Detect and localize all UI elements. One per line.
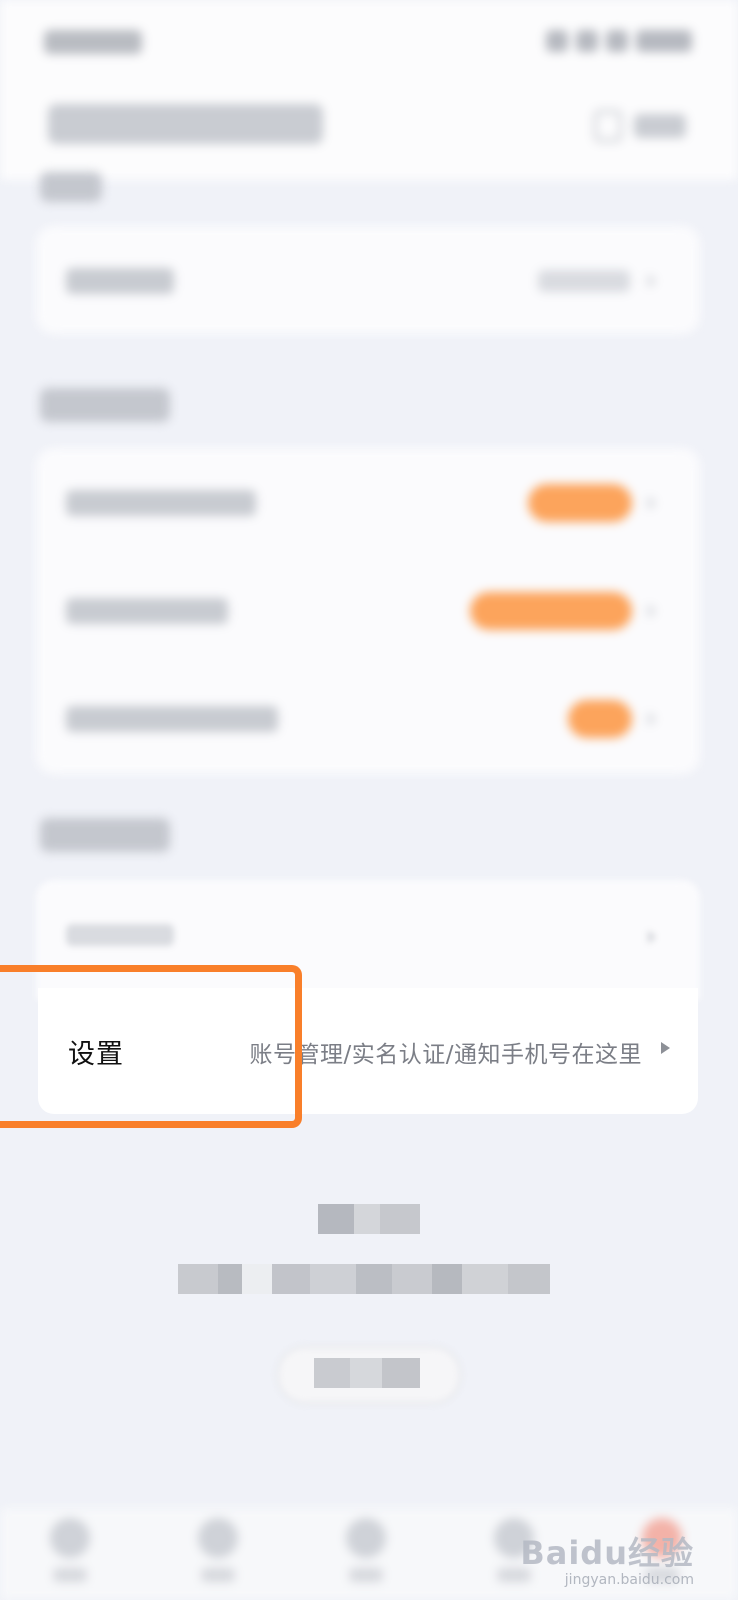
header-action-button[interactable] (594, 110, 686, 142)
chevron-right-icon (648, 604, 656, 618)
page-title (48, 104, 323, 144)
card-3 (36, 880, 700, 1000)
header-action-label (634, 114, 686, 138)
footer-title-mosaic (318, 1204, 420, 1234)
home-icon (50, 1518, 90, 1558)
chevron-right-icon (648, 712, 656, 726)
signal-icon (546, 30, 568, 52)
card-1-row-value (538, 270, 630, 292)
battery-icon (636, 30, 692, 52)
top-header (0, 0, 738, 180)
footer-text-mosaic (178, 1264, 550, 1294)
status-badge (528, 484, 632, 522)
list-item-label (66, 924, 174, 946)
chevron-right-icon (661, 1042, 670, 1054)
tab-3-icon (346, 1518, 386, 1558)
list-item-label (66, 490, 256, 516)
card-2 (36, 448, 700, 774)
section-label-2 (40, 388, 170, 422)
chevron-right-icon (648, 930, 656, 944)
list-item-label (66, 706, 278, 732)
list-item-label (66, 598, 228, 624)
settings-label: 设置 (68, 1039, 124, 1070)
clipboard-icon (594, 110, 622, 142)
settings-row[interactable]: 设置 账号管理/实名认证/通知手机号在这里 (38, 988, 698, 1114)
status-badge (470, 592, 632, 630)
card-1-row-label (66, 268, 174, 294)
section-label-1 (40, 172, 102, 202)
chevron-right-icon (648, 496, 656, 510)
status-badge (568, 700, 632, 738)
footer-button-mosaic (314, 1358, 420, 1388)
tab-home[interactable] (30, 1518, 110, 1582)
wifi-icon (576, 30, 598, 52)
chevron-right-icon (648, 274, 656, 288)
status-icons (546, 30, 692, 52)
card-1[interactable] (36, 226, 700, 334)
baidu-watermark: Baidu经验 (520, 1534, 694, 1572)
section-label-3 (40, 818, 170, 852)
settings-description: 账号管理/实名认证/通知手机号在这里 (249, 1042, 642, 1068)
tab-3[interactable] (326, 1518, 406, 1582)
tab-2[interactable] (178, 1518, 258, 1582)
baidu-watermark-url: jingyan.baidu.com (564, 1572, 694, 1588)
tab-2-icon (198, 1518, 238, 1558)
network-icon (606, 30, 628, 52)
status-time (44, 30, 142, 54)
